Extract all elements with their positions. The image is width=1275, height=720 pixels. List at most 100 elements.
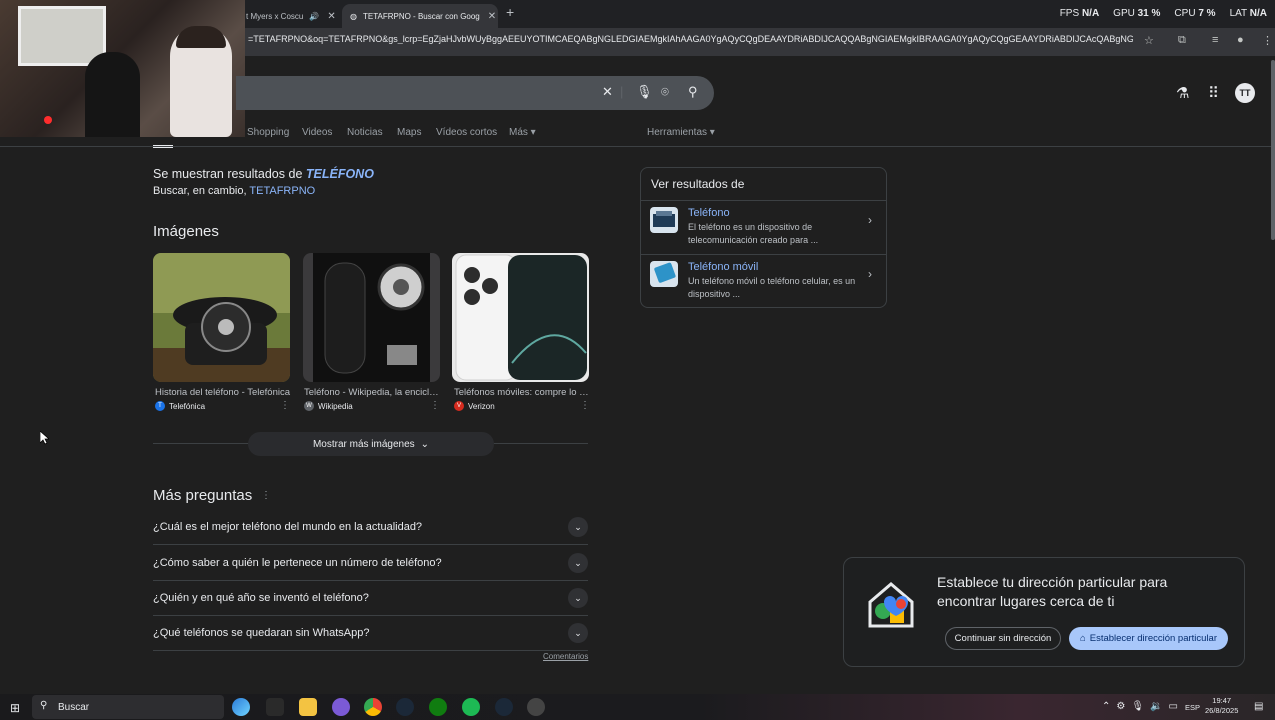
more-options-icon[interactable]: ⋮ <box>261 490 271 501</box>
fps-stat: FPS N/A <box>1059 8 1100 19</box>
more-options-icon[interactable]: ⋮ <box>280 400 290 411</box>
obs-icon[interactable] <box>527 698 545 716</box>
taskbar-clock[interactable]: 19:47 26/8/2025 <box>1205 696 1238 716</box>
media-icon[interactable]: ≡ <box>1212 34 1218 46</box>
continue-without-address-button[interactable]: Continuar sin dirección <box>945 627 1061 650</box>
image-source: W Wikipedia <box>304 401 353 411</box>
home-icon: ⌂ <box>1079 633 1086 644</box>
bookmark-star-icon[interactable]: ☆ <box>1144 34 1154 47</box>
copilot-icon[interactable] <box>232 698 250 716</box>
search-icon[interactable]: ⚲ <box>688 84 698 100</box>
chevron-down-icon[interactable]: ⌄ <box>568 517 588 537</box>
close-tab-icon[interactable]: ✕ <box>488 11 496 22</box>
tab-title: t Myers x Coscu <box>246 11 304 21</box>
system-tray: ⌃ ⚙ 🎙 🔉 ▭ <box>1102 701 1178 712</box>
search-icon: ⚲ <box>40 700 48 711</box>
question-item[interactable]: ¿Qué teléfonos se quedaran sin WhatsApp?… <box>153 616 588 651</box>
apps-grid-icon[interactable]: ⠿ <box>1208 84 1219 102</box>
network-icon[interactable]: ▭ <box>1169 701 1178 712</box>
more-options-icon[interactable]: ⋮ <box>580 400 590 411</box>
chevron-down-icon[interactable]: ⌄ <box>568 588 588 608</box>
set-home-address-button[interactable]: ⌂ Establecer dirección particular <box>1069 627 1228 650</box>
close-tab-icon[interactable]: ✕ <box>327 11 335 22</box>
tab-videos[interactable]: Videos <box>302 127 332 138</box>
spell-correction: Se muestran resultados de TELÉFONO <box>153 167 374 181</box>
windows-start-icon[interactable]: ⊞ <box>10 701 20 715</box>
discord-icon[interactable] <box>332 698 350 716</box>
menu-icon[interactable]: ⋮ <box>1262 34 1273 47</box>
show-more-images-button[interactable]: Mostrar más imágenes ⌄ <box>248 432 494 456</box>
chevron-down-icon: ⌄ <box>420 438 430 450</box>
gpu-stat: GPU 31 % <box>1113 8 1161 19</box>
more-questions-heading: Más preguntas <box>153 487 253 504</box>
new-tab-button[interactable]: + <box>506 4 514 20</box>
home-card-title: Establece tu dirección particular para e… <box>937 574 1168 609</box>
webcam-hair <box>176 26 226 48</box>
feedback-link[interactable]: Comentarios <box>543 652 588 661</box>
chevron-right-icon: › <box>868 213 872 227</box>
tab-maps[interactable]: Maps <box>397 127 421 138</box>
camera-search-icon[interactable]: ⌾ <box>661 84 669 100</box>
telefonica-icon: T <box>155 401 165 411</box>
question-item[interactable]: ¿Cómo saber a quién le pertenece un núme… <box>153 546 588 581</box>
question-item[interactable]: ¿Quién y en qué año se inventó el teléfo… <box>153 581 588 616</box>
steam-icon[interactable] <box>396 698 414 716</box>
original-term-link[interactable]: TETAFRPNO <box>249 185 315 197</box>
webcam-overlay <box>0 0 245 137</box>
profile-icon[interactable]: ● <box>1237 34 1244 46</box>
corrected-term-link[interactable]: TELÉFONO <box>306 167 374 181</box>
clear-search-icon[interactable]: ✕ <box>602 84 613 100</box>
chevron-right-icon: › <box>868 267 872 281</box>
google-icon: ◍ <box>350 11 357 21</box>
mouse-cursor-icon <box>40 431 49 445</box>
page-scrollbar[interactable] <box>1271 60 1275 240</box>
chevron-down-icon[interactable]: ⌄ <box>568 553 588 573</box>
account-avatar[interactable]: TT <box>1235 83 1255 103</box>
tab-videos-cortos[interactable]: Vídeos cortos <box>436 127 497 138</box>
spotify-icon[interactable] <box>462 698 480 716</box>
image-result-wall-phone[interactable] <box>303 253 440 382</box>
tab-title: TETAFRPNO - Buscar con Goog <box>362 11 480 21</box>
file-explorer-icon[interactable] <box>299 698 317 716</box>
image-caption[interactable]: Teléfonos móviles: compre lo último <box>454 387 591 398</box>
more-options-icon[interactable]: ⋮ <box>430 400 440 411</box>
labs-flask-icon[interactable]: ⚗ <box>1176 84 1189 102</box>
xbox-icon[interactable] <box>429 698 447 716</box>
home-location-icon <box>866 580 916 630</box>
tools-menu[interactable]: Herramientas ▾ <box>647 127 715 138</box>
panel-item-telefono[interactable]: Teléfono El teléfono es un dispositivo d… <box>641 200 886 254</box>
steam-icon[interactable] <box>495 698 513 716</box>
tab-noticias[interactable]: Noticias <box>347 127 383 138</box>
browser-tab-music[interactable]: t Myers x Coscu 🔊 ✕ <box>238 4 338 28</box>
speaker-icon: 🔊 <box>309 11 320 21</box>
image-source: V Verizon <box>454 401 495 411</box>
chrome-icon[interactable] <box>364 698 382 716</box>
question-item[interactable]: ¿Cuál es el mejor teléfono del mundo en … <box>153 510 588 545</box>
cpu-stat: CPU 7 % <box>1174 8 1216 19</box>
panel-title: Ver resultados de <box>651 177 745 191</box>
epic-games-icon[interactable] <box>266 698 284 716</box>
panel-item-telefono-movil[interactable]: Teléfono móvil Un teléfono móvil o teléf… <box>641 254 886 308</box>
tab-shopping[interactable]: Shopping <box>247 127 289 138</box>
extensions-icon[interactable]: ⧉ <box>1178 34 1186 47</box>
taskbar-search-placeholder: Buscar <box>58 702 90 713</box>
tray-app-icon[interactable]: ⚙ <box>1116 701 1125 712</box>
microphone-icon[interactable]: 🎙 <box>636 84 653 100</box>
image-result-rotary-phone[interactable] <box>153 253 290 382</box>
language-indicator[interactable]: ESP <box>1185 703 1200 712</box>
volume-icon[interactable]: 🔉 <box>1150 701 1162 712</box>
lat-stat: LAT N/A <box>1229 8 1267 19</box>
image-caption[interactable]: Teléfono - Wikipedia, la enciclopedia li… <box>304 387 441 398</box>
microphone-icon[interactable]: 🎙 <box>1131 701 1144 712</box>
chevron-up-icon[interactable]: ⌃ <box>1102 701 1110 712</box>
image-result-iphone[interactable] <box>452 253 589 382</box>
performance-overlay: FPS N/A GPU 31 % CPU 7 % LAT N/A <box>1060 8 1267 19</box>
chevron-down-icon[interactable]: ⌄ <box>568 623 588 643</box>
browser-tab-search[interactable]: ◍ TETAFRPNO - Buscar con Goog ✕ <box>342 4 498 28</box>
tab-more[interactable]: Más ▾ <box>509 127 536 138</box>
verizon-icon: V <box>454 401 464 411</box>
image-caption[interactable]: Historia del teléfono - Telefónica <box>155 387 292 398</box>
url-text[interactable]: =TETAFRPNO&oq=TETAFRPNO&gs_lcrp=EgZjaHJv… <box>248 34 1133 44</box>
webcam-light <box>44 116 52 124</box>
notifications-icon[interactable]: ▤ <box>1254 701 1263 712</box>
